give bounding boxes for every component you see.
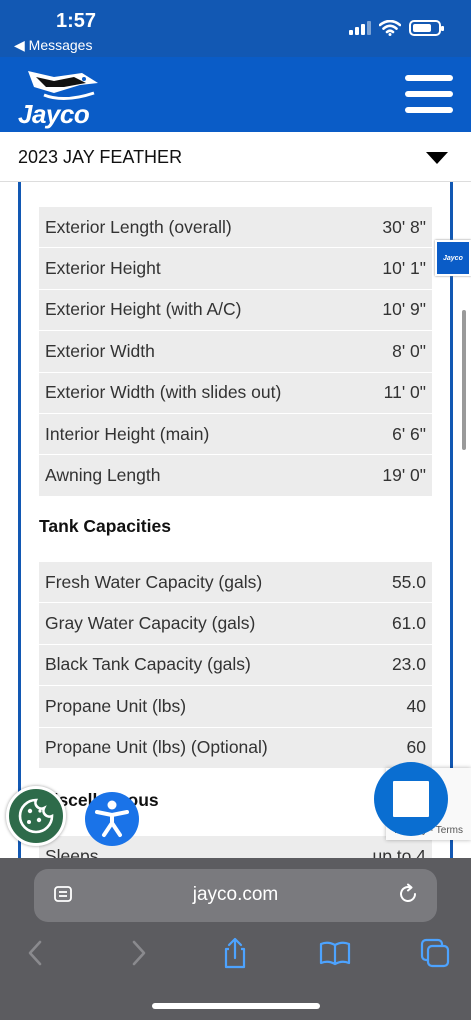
spec-value: 10' 9" [382,299,426,320]
table-row: Interior Height (main) 6' 6" [39,413,432,456]
table-row: Exterior Width (with slides out) 11' 0" [39,372,432,414]
tabs-icon[interactable] [418,936,452,970]
tank-capacities-table: Fresh Water Capacity (gals) 55.0 Gray Wat… [39,562,432,769]
chat-bubble-icon [393,781,429,817]
accessibility-icon [95,800,129,837]
spec-value: up to 4 [372,845,426,858]
table-row: Exterior Width 8' 0" [39,331,432,373]
spec-value: 60 [406,737,426,758]
home-indicator[interactable] [152,1003,320,1009]
cellular-signal-icon [349,21,371,35]
status-icons [349,20,444,36]
spec-value: 19' 0" [382,465,426,486]
page-scrollbar[interactable] [462,310,466,450]
back-to-messages-link[interactable]: ◀ Messages [14,37,92,54]
spec-label: Propane Unit (lbs) [45,695,187,716]
side-tab-logo: Jayco [443,255,463,262]
share-icon[interactable] [218,936,252,970]
browser-nav-row [0,936,471,976]
address-bar[interactable]: jayco.com [34,869,437,922]
spec-label: Fresh Water Capacity (gals) [45,571,263,592]
spec-label: Exterior Width (with slides out) [45,382,282,403]
jayco-logo[interactable]: Jayco [14,63,119,129]
spec-value: 6' 6" [392,423,426,444]
bookmarks-icon[interactable] [318,936,352,970]
status-time: 1:57 [56,10,97,32]
status-bar: 1:57 ◀ Messages [0,0,471,57]
chat-button[interactable] [374,762,448,836]
accessibility-button[interactable] [85,792,139,846]
table-row: Black Tank Capacity (gals) 23.0 [39,644,432,687]
logo-wordmark: Jayco [18,99,90,129]
table-row: Exterior Height (with A/C) 10' 9" [39,289,432,332]
forward-arrow-icon[interactable] [120,936,154,970]
spec-value: 10' 1" [382,258,426,279]
spec-value: 61.0 [391,613,426,634]
spec-label: Exterior Height [45,258,161,279]
spec-label: Propane Unit (lbs) (Optional) [45,737,268,758]
url-text[interactable]: jayco.com [34,884,437,906]
jay-bird-icon [28,71,98,100]
table-row: Fresh Water Capacity (gals) 55.0 [39,562,432,604]
spec-label: Exterior Width [45,340,155,361]
model-selector[interactable]: 2023 JAY FEATHER [0,132,471,182]
spec-value: 11' 0" [383,382,426,403]
spec-label: Exterior Height (with A/C) [45,299,242,320]
browser-toolbar: jayco.com [0,858,471,1020]
spec-value: 55.0 [391,571,426,592]
table-row: Gray Water Capacity (gals) 61.0 [39,603,432,645]
spec-value: 30' 8" [382,216,426,237]
spec-value: 40 [406,695,426,716]
spec-label: Interior Height (main) [45,423,210,444]
spec-label: Awning Length [45,465,161,486]
spec-label: Black Tank Capacity (gals) [45,654,251,675]
table-row: Exterior Length (overall) 30' 8" [39,207,432,249]
table-row: Exterior Height 10' 1" [39,248,432,290]
menu-hamburger-icon[interactable] [405,75,453,113]
wifi-icon [379,20,401,36]
cookie-icon [18,798,54,834]
reload-icon[interactable] [397,883,419,905]
table-row: Awning Length 19' 0" [39,455,432,497]
site-header: Jayco [0,57,471,132]
back-arrow-icon[interactable] [20,936,54,970]
spec-label: Gray Water Capacity (gals) [45,613,256,634]
spec-label: Sleeps [45,845,99,858]
spec-value: 8' 0" [392,340,426,361]
frame-border-left [18,182,21,858]
battery-icon [409,20,444,36]
section-title-tank-capacities: Tank Capacities [39,516,171,536]
table-row: Propane Unit (lbs) 40 [39,686,432,728]
frame-border-right [450,182,453,858]
spec-value: 23.0 [391,654,426,675]
cookie-settings-button[interactable] [6,786,66,846]
jayco-side-tab[interactable]: Jayco [435,240,471,276]
caret-down-icon[interactable] [426,152,448,164]
specifications-content: Exterior Length (overall) 30' 8" Exterior… [0,182,471,858]
spec-label: Exterior Length (overall) [45,216,232,237]
model-title: 2023 JAY FEATHER [18,147,183,167]
dimensions-table: Exterior Length (overall) 30' 8" Exterior… [39,207,432,497]
